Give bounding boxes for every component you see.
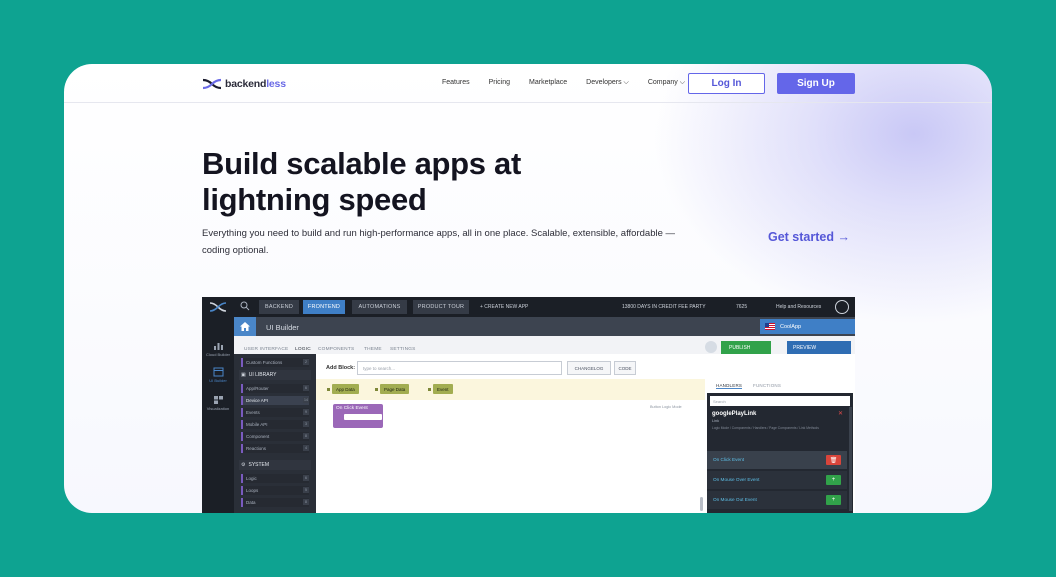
nav-links: Features Pricing Marketplace Developers … — [442, 79, 704, 87]
rail-label: Visualization — [206, 406, 230, 411]
trash-icon[interactable]: 🗑 — [826, 455, 841, 465]
us-flag-icon — [765, 323, 775, 330]
signup-button[interactable]: Sign Up — [777, 73, 855, 94]
logic-canvas[interactable] — [316, 354, 705, 513]
library-item[interactable]: Mobile API 3 — [241, 420, 309, 429]
nav-link-features[interactable]: Features — [442, 79, 470, 87]
component-type: Link — [712, 419, 719, 423]
chart-icon — [213, 343, 223, 350]
tab-settings[interactable]: SETTINGS — [390, 347, 416, 352]
top-nav: backendless Features Pricing Marketplace… — [64, 64, 992, 103]
builder-title: UI Builder — [266, 323, 299, 332]
app-selector[interactable]: CoolApp — [760, 319, 855, 334]
refresh-icon[interactable] — [705, 341, 717, 353]
rail-label: UI Builder — [209, 378, 227, 383]
handler-label: On Mouse Out Event — [713, 497, 757, 502]
hero-subtitle: Everything you need to build and run hig… — [202, 228, 676, 256]
login-button[interactable]: Log In — [688, 73, 765, 94]
hero-card: backendless Features Pricing Marketplace… — [64, 64, 992, 513]
nav-link-company[interactable]: Company ⌵ — [648, 79, 685, 87]
library-item[interactable]: Logic 6 — [241, 474, 309, 483]
topbar-tab-backend[interactable]: BACKEND — [259, 300, 299, 314]
close-icon[interactable]: ✕ — [838, 410, 843, 417]
app-name: CoolApp — [780, 323, 802, 330]
avatar[interactable] — [835, 300, 849, 314]
create-app-link[interactable]: + CREATE NEW APP — [480, 304, 528, 310]
add-block-label: Add Block: — [326, 365, 356, 371]
gear-icon: ⚙ — [241, 462, 246, 468]
library-icon: ▣ — [241, 372, 246, 378]
grid-icon — [213, 396, 223, 404]
chip-event[interactable]: Event — [433, 384, 453, 394]
canvas-scrollbar[interactable] — [700, 497, 703, 511]
tab-theme[interactable]: THEME — [364, 347, 382, 352]
app-preview-screenshot: BACKEND FRONTEND AUTOMATIONS PRODUCT TOU… — [202, 297, 855, 513]
topbar-tab-automations[interactable]: AUTOMATIONS — [352, 300, 407, 314]
topbar-tab-frontend[interactable]: FRONTEND — [303, 300, 345, 314]
nav-link-marketplace[interactable]: Marketplace — [529, 79, 567, 87]
changelog-button[interactable]: CHANGELOG — [567, 361, 611, 375]
tab-user-interface[interactable]: USER INTERFACE — [244, 347, 288, 352]
points-count: 7625 — [736, 304, 748, 310]
credit-info: 13800 DAYS IN CREDIT FEE PARTY — [622, 304, 706, 310]
help-link[interactable]: Help and Resources — [776, 304, 821, 310]
library-item-count: 2 — [303, 359, 309, 365]
get-started-link[interactable]: Get started → — [768, 230, 850, 244]
add-block-input[interactable]: type to search... — [357, 361, 562, 375]
component-name: googlePlayLink — [712, 411, 757, 417]
rail-item-ui-builder[interactable]: UI Builder — [202, 367, 234, 383]
home-icon — [240, 322, 250, 331]
tab-handlers[interactable]: HANDLERS — [716, 383, 743, 389]
tab-logic[interactable]: LOGIC — [295, 347, 311, 352]
tab-components[interactable]: COMPONENTS — [318, 347, 354, 352]
handler-label: On Click Event — [713, 457, 744, 462]
brand-logo[interactable]: backendless — [202, 76, 286, 92]
chip-marker — [327, 388, 330, 391]
library-item[interactable]: Data 8 — [241, 498, 309, 507]
hero-title: Build scalable apps at lightning speed — [202, 146, 522, 217]
library-item[interactable]: Reactions 4 — [241, 444, 309, 453]
chip-app-data[interactable]: App Data — [332, 384, 359, 394]
handlers-scrollbar[interactable] — [849, 407, 852, 511]
chip-page-data[interactable]: Page Data — [380, 384, 410, 394]
nav-link-pricing[interactable]: Pricing — [489, 79, 510, 87]
logo-text: backendless — [225, 78, 286, 90]
library-item[interactable]: Device API 14 — [241, 396, 309, 405]
tab-functions[interactable]: FUNCTIONS — [753, 383, 781, 388]
component-path: Logic Mode / Components / Handlers / Pag… — [712, 426, 819, 430]
handlers-search-input[interactable]: Search — [710, 396, 850, 406]
nav-link-developers[interactable]: Developers ⌵ — [586, 79, 629, 87]
library-item-custom-functions[interactable]: Custom Functions 2 — [241, 358, 309, 367]
backendless-logo-icon — [202, 78, 222, 90]
add-icon[interactable]: + — [826, 495, 841, 505]
rail-item-visualization[interactable]: Visualization — [202, 395, 234, 411]
preview-button[interactable]: PREVIEW — [787, 341, 851, 354]
add-icon[interactable]: + — [826, 475, 841, 485]
chip-marker — [375, 388, 378, 391]
home-button[interactable] — [234, 317, 256, 336]
ui-builder-icon — [213, 367, 223, 377]
publish-button[interactable]: PUBLISH — [721, 341, 771, 354]
canvas-hint: Button Logic Mode — [650, 405, 682, 409]
search-icon[interactable] — [240, 301, 250, 311]
library-group-system[interactable]: ⚙ SYSTEM — [239, 460, 311, 470]
app-topbar — [202, 297, 855, 317]
library-item[interactable]: Component 8 — [241, 432, 309, 441]
topbar-tab-product-tour[interactable]: PRODUCT TOUR — [413, 300, 469, 314]
rail-label: Cloud Builder — [205, 352, 230, 357]
library-item[interactable]: App/Router 6 — [241, 384, 309, 393]
library-item[interactable]: Events 9 — [241, 408, 309, 417]
rail-item-cloud-builder[interactable]: Cloud Builder — [202, 341, 234, 357]
app-logo-icon — [209, 302, 227, 312]
code-button[interactable]: CODE — [614, 361, 636, 375]
library-group-ui-library[interactable]: ▣ UI LIBRARY — [239, 370, 311, 380]
handler-label: On Mouse Over Event — [713, 477, 760, 482]
library-item[interactable]: Loops 5 — [241, 486, 309, 495]
event-block-label: On Click Event — [336, 406, 368, 411]
chip-marker — [428, 388, 431, 391]
event-block-slot[interactable] — [344, 414, 382, 420]
